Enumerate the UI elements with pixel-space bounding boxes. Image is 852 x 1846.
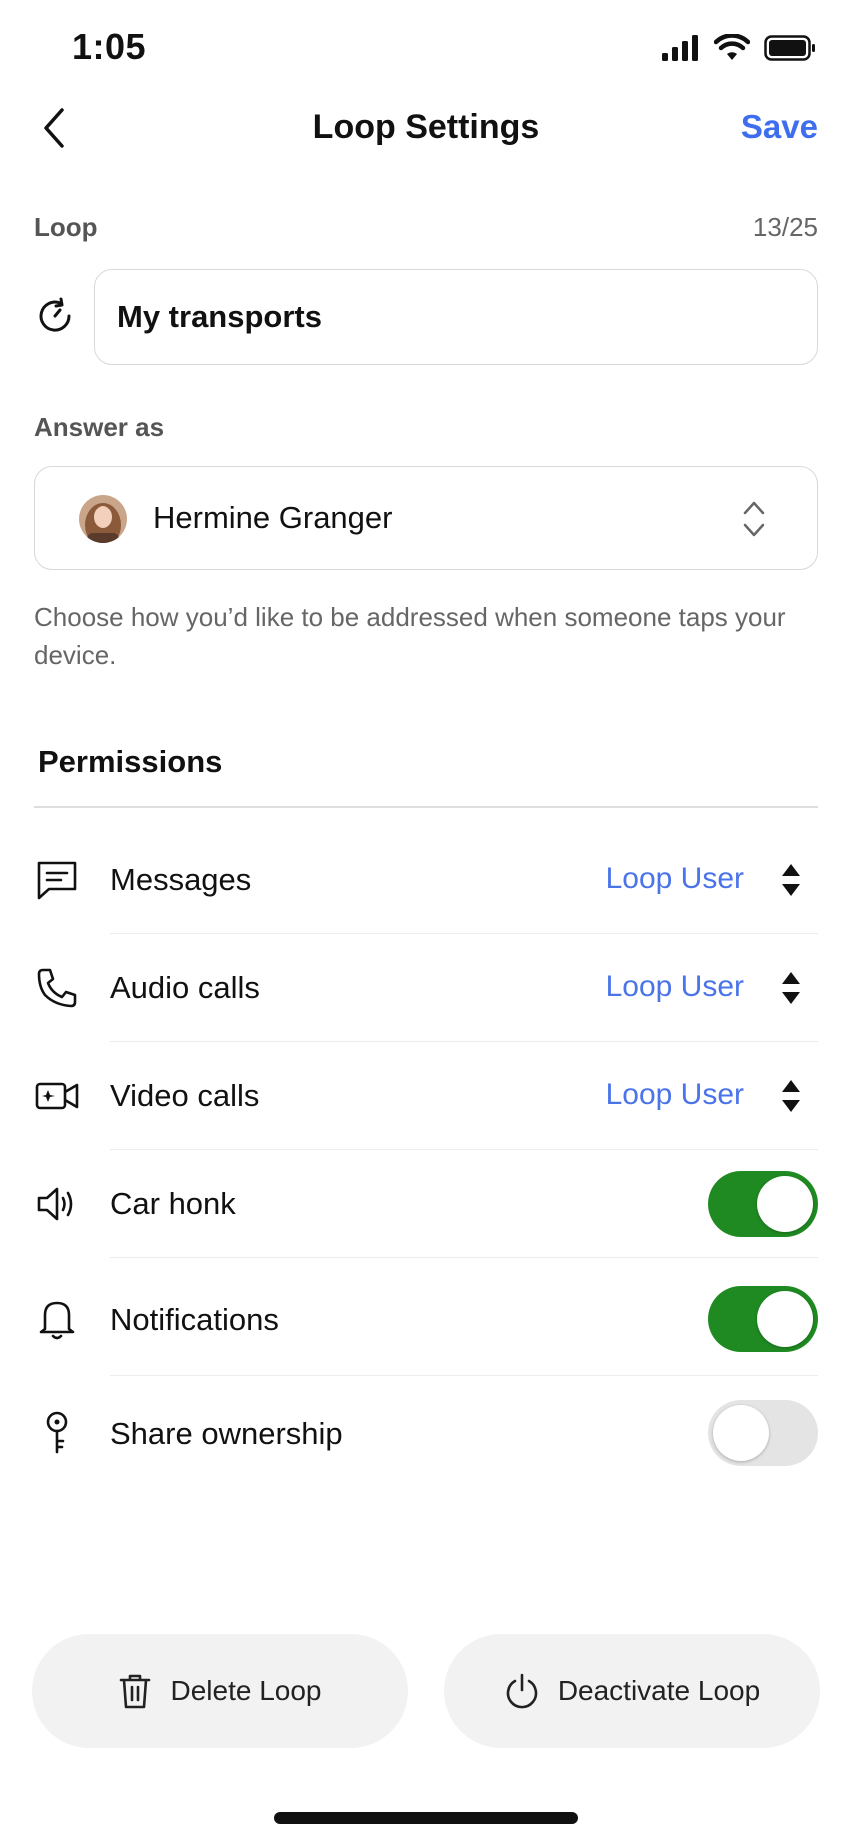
phone-icon xyxy=(34,965,80,1011)
bell-icon xyxy=(34,1296,80,1342)
key-icon xyxy=(34,1410,80,1456)
answer-as-helper-text: Choose how you’d like to be addressed wh… xyxy=(34,602,786,670)
permission-value[interactable]: Loop User xyxy=(606,862,744,896)
loop-label: Loop xyxy=(34,212,98,242)
loop-name-input[interactable]: My transports xyxy=(94,269,818,365)
notifications-toggle[interactable] xyxy=(708,1286,818,1352)
status-time: 1:05 xyxy=(72,26,147,67)
nav-bar: Loop Settings Save xyxy=(0,100,852,156)
divider xyxy=(34,806,818,808)
answer-as-select[interactable]: Hermine Granger xyxy=(34,466,818,570)
character-counter: 13/25 xyxy=(752,212,818,242)
permission-row-messages[interactable]: Messages Loop User xyxy=(0,826,852,934)
deactivate-loop-button[interactable]: Deactivate Loop xyxy=(444,1634,820,1748)
permission-value[interactable]: Loop User xyxy=(606,1078,744,1112)
status-bar: 1:05 xyxy=(0,0,852,100)
delete-loop-label: Delete Loop xyxy=(170,1675,322,1706)
message-icon xyxy=(34,857,80,903)
avatar xyxy=(79,495,127,543)
permissions-title: Permissions xyxy=(38,744,223,779)
toggle-knob xyxy=(757,1176,813,1232)
video-icon xyxy=(34,1073,80,1119)
toggle-knob xyxy=(713,1405,769,1461)
answer-as-value: Hermine Granger xyxy=(153,500,393,535)
signal-icon xyxy=(662,35,698,61)
speaker-icon xyxy=(34,1181,80,1227)
permission-row-share-ownership: Share ownership xyxy=(0,1376,852,1490)
permission-label: Car honk xyxy=(110,1186,236,1221)
loop-icon xyxy=(39,297,71,332)
chevron-up-down-icon xyxy=(743,501,765,537)
sort-arrows-icon[interactable] xyxy=(780,860,802,900)
permission-row-video-calls[interactable]: Video calls Loop User xyxy=(0,1042,852,1150)
home-indicator xyxy=(274,1812,578,1824)
trash-icon xyxy=(120,1674,151,1709)
permission-label: Audio calls xyxy=(110,970,260,1005)
delete-loop-button[interactable]: Delete Loop xyxy=(32,1634,408,1748)
car-honk-toggle[interactable] xyxy=(708,1171,818,1237)
answer-as-label: Answer as xyxy=(34,412,165,442)
sort-arrows-icon[interactable] xyxy=(780,1076,802,1116)
permission-row-car-honk: Car honk xyxy=(0,1150,852,1258)
row-separator xyxy=(110,1256,818,1258)
loop-name-value: My transports xyxy=(117,299,322,334)
wifi-icon xyxy=(714,34,750,60)
power-icon xyxy=(506,1673,538,1709)
permission-label: Messages xyxy=(110,862,252,897)
toggle-knob xyxy=(757,1291,813,1347)
permission-value[interactable]: Loop User xyxy=(606,970,744,1004)
status-icons xyxy=(662,34,816,62)
permission-label: Share ownership xyxy=(110,1416,343,1451)
permission-label: Video calls xyxy=(110,1078,260,1113)
share-ownership-toggle[interactable] xyxy=(708,1400,818,1466)
page-title: Loop Settings xyxy=(312,108,540,146)
permission-row-notifications: Notifications xyxy=(0,1262,852,1376)
sort-arrows-icon[interactable] xyxy=(780,968,802,1008)
save-button[interactable]: Save xyxy=(741,108,818,146)
permission-label: Notifications xyxy=(110,1302,279,1337)
deactivate-loop-label: Deactivate Loop xyxy=(557,1675,761,1706)
battery-icon xyxy=(764,35,815,61)
permission-row-audio-calls[interactable]: Audio calls Loop User xyxy=(0,934,852,1042)
